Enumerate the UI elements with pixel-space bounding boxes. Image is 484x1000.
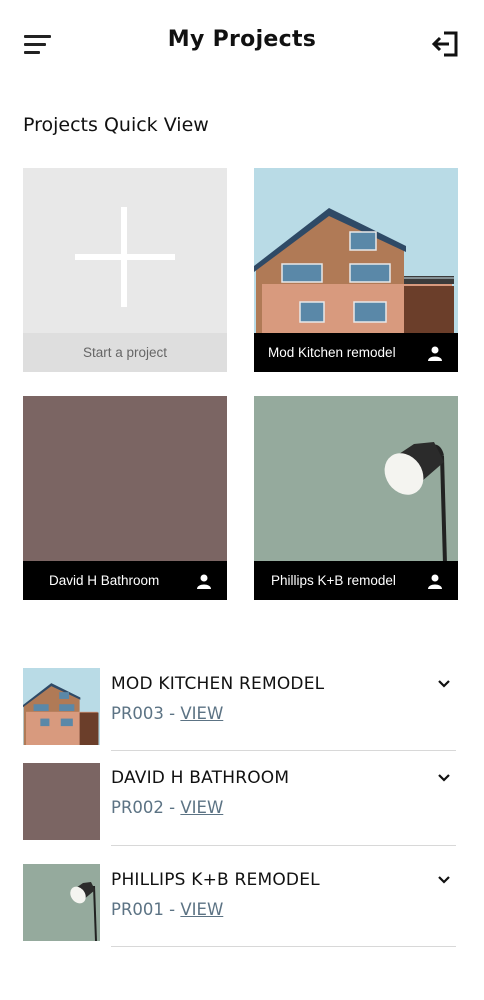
tile-label: Phillips K+B remodel	[271, 573, 396, 588]
tile-label: Mod Kitchen remodel	[268, 345, 396, 360]
tile-label: David H Bathroom	[49, 573, 160, 588]
project-code: PR001	[111, 900, 164, 919]
page-title: My Projects	[167, 27, 317, 52]
start-project-label: Start a project	[82, 345, 168, 360]
project-title: DAVID H BATHROOM	[111, 768, 290, 788]
chevron-down-icon[interactable]	[437, 875, 451, 885]
project-code: PR002	[111, 798, 164, 817]
project-title: MOD KITCHEN REMODEL	[111, 674, 325, 694]
start-project-tile[interactable]: Start a project	[23, 168, 227, 372]
project-tile-mod-kitchen[interactable]: Mod Kitchen remodel	[254, 168, 458, 372]
project-tile-david-h-bathroom[interactable]: David H Bathroom	[23, 396, 227, 600]
code-separator: -	[163, 798, 181, 817]
view-link[interactable]: VIEW	[180, 798, 223, 817]
person-icon	[428, 346, 442, 361]
list-divider	[111, 946, 456, 947]
project-code: PR003	[111, 704, 164, 723]
project-title: PHILLIPS K+B REMODEL	[111, 870, 320, 890]
project-thumbnail	[23, 668, 100, 745]
view-link[interactable]: VIEW	[180, 900, 223, 919]
person-icon	[428, 574, 442, 589]
list-divider	[111, 750, 456, 751]
section-title-quick-view: Projects Quick View	[23, 114, 209, 136]
logout-icon[interactable]	[430, 30, 460, 58]
project-thumbnail	[23, 763, 100, 840]
code-separator: -	[163, 900, 181, 919]
app-header: My Projects	[0, 0, 484, 86]
project-tile-phillips-kb[interactable]: Phillips K+B remodel	[254, 396, 458, 600]
person-icon	[197, 574, 211, 589]
list-item[interactable]: MOD KITCHEN REMODEL PR003 - VIEW	[0, 668, 484, 762]
list-item[interactable]: PHILLIPS K+B REMODEL PR001 - VIEW	[0, 864, 484, 958]
view-link[interactable]: VIEW	[180, 704, 223, 723]
chevron-down-icon[interactable]	[437, 773, 451, 783]
list-divider	[111, 845, 456, 846]
project-thumbnail	[23, 864, 100, 941]
chevron-down-icon[interactable]	[437, 679, 451, 689]
code-separator: -	[163, 704, 181, 723]
list-item[interactable]: DAVID H BATHROOM PR002 - VIEW	[0, 762, 484, 856]
